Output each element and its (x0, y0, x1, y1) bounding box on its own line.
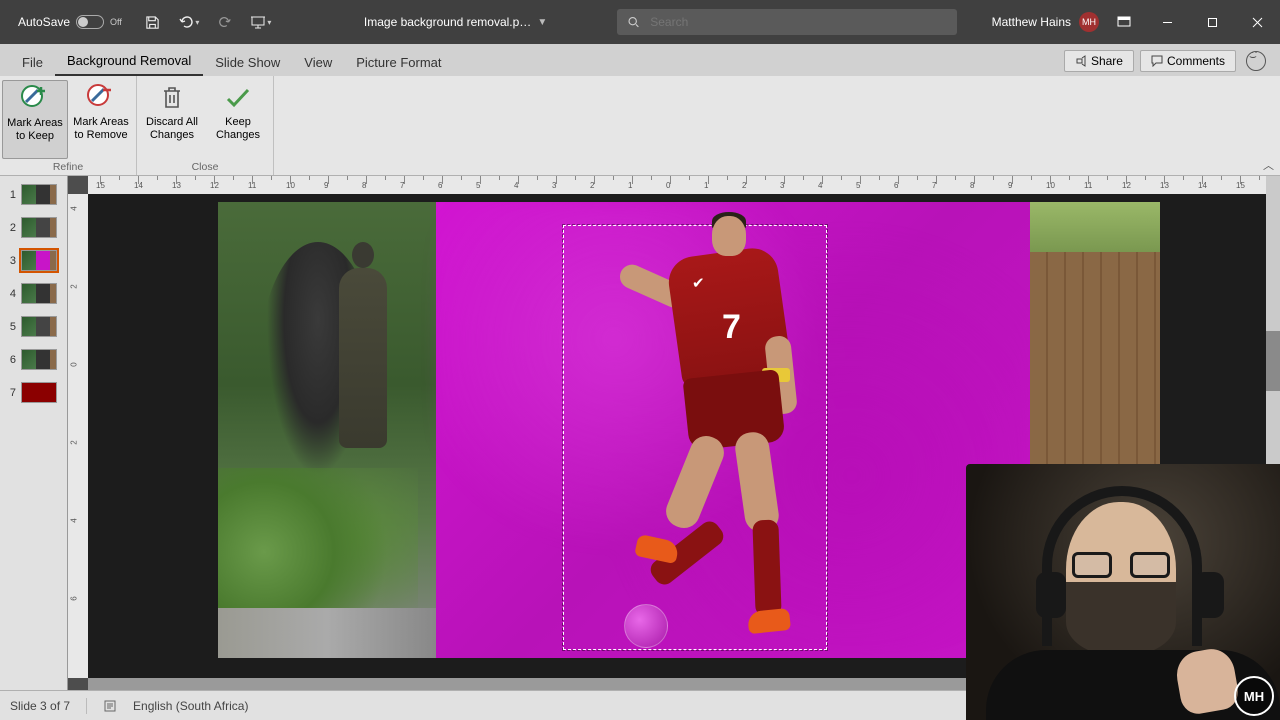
feedback-icon[interactable] (1246, 51, 1266, 71)
collapse-ribbon-icon[interactable]: ︿ (1263, 157, 1274, 173)
autosave-switch-icon[interactable] (76, 15, 104, 29)
thumbnail-3[interactable]: 3 (0, 248, 67, 273)
search-icon (627, 15, 640, 29)
horizontal-ruler: 1514131211109876543210123456789101112131… (88, 176, 1280, 194)
share-icon (1075, 55, 1087, 67)
foliage (218, 468, 418, 608)
thumbnail-7[interactable]: 7 (0, 380, 67, 405)
pencil-minus-icon (85, 82, 117, 114)
save-icon[interactable] (140, 9, 166, 35)
chevron-down-icon[interactable]: ▼ (537, 17, 547, 28)
tab-view[interactable]: View (292, 49, 344, 76)
quick-access-toolbar: ▾ ▾ (132, 9, 274, 35)
redo-button[interactable] (212, 9, 238, 35)
ribbon-group-refine: Mark Areas to Keep Mark Areas to Remove … (0, 76, 137, 175)
slide-counter[interactable]: Slide 3 of 7 (10, 699, 70, 713)
maximize-button[interactable] (1190, 0, 1235, 44)
present-from-beginning-icon[interactable]: ▾ (248, 9, 274, 35)
check-icon (222, 82, 254, 114)
user-name[interactable]: Matthew Hains (992, 15, 1071, 29)
mark-areas-to-remove-button[interactable]: Mark Areas to Remove (68, 80, 134, 159)
autosave-label: AutoSave (18, 15, 70, 29)
window-controls (1145, 0, 1280, 44)
jersey-number: 7 (722, 308, 741, 347)
keep-changes-button[interactable]: Keep Changes (205, 80, 271, 159)
ribbon-group-close: Discard All Changes Keep Changes Close (137, 76, 274, 175)
autosave-toggle[interactable]: AutoSave Off (0, 15, 132, 29)
ribbon: Mark Areas to Keep Mark Areas to Remove … (0, 76, 1280, 176)
group-label-refine: Refine (2, 159, 134, 175)
title-bar: AutoSave Off ▾ ▾ Image background remova… (0, 0, 1280, 44)
soccer-ball (624, 604, 668, 648)
discard-all-changes-button[interactable]: Discard All Changes (139, 80, 205, 159)
close-button[interactable] (1235, 0, 1280, 44)
ribbon-tabs: File Background Removal Slide Show View … (0, 44, 1280, 76)
tab-slide-show[interactable]: Slide Show (203, 49, 292, 76)
user-avatar[interactable]: MH (1079, 12, 1099, 32)
slide-thumbnail-panel[interactable]: 1 2 3 4 5 6 7 (0, 176, 68, 690)
accessibility-icon[interactable] (103, 699, 117, 713)
tab-file[interactable]: File (10, 49, 55, 76)
mark-areas-to-keep-button[interactable]: Mark Areas to Keep (2, 80, 68, 159)
pavement (218, 608, 436, 658)
presenter-webcam-overlay: MH (966, 464, 1280, 720)
presenter-logo: MH (1234, 676, 1274, 716)
background-garden-left (218, 202, 436, 658)
comment-icon (1151, 55, 1163, 67)
thumbnail-6[interactable]: 6 (0, 347, 67, 372)
comments-button[interactable]: Comments (1140, 50, 1236, 72)
pencil-plus-icon (19, 83, 51, 115)
search-input[interactable] (650, 15, 947, 29)
tab-picture-format[interactable]: Picture Format (344, 49, 453, 76)
trash-icon (156, 82, 188, 114)
share-button[interactable]: Share (1064, 50, 1134, 72)
jersey-logo-icon: ✔ (692, 274, 705, 292)
group-label-close: Close (139, 159, 271, 175)
tab-background-removal[interactable]: Background Removal (55, 47, 203, 76)
foreground-player[interactable]: ✔ 7 (582, 216, 828, 658)
vertical-ruler: 420246 (68, 194, 88, 678)
thumbnail-4[interactable]: 4 (0, 281, 67, 306)
document-title[interactable]: Image background removal.p… ▼ (364, 15, 547, 29)
thumbnail-2[interactable]: 2 (0, 215, 67, 240)
account-area: Matthew Hains MH (992, 0, 1145, 44)
thumbnail-1[interactable]: 1 (0, 182, 67, 207)
scrollbar-thumb[interactable] (1266, 331, 1280, 391)
thumbnail-5[interactable]: 5 (0, 314, 67, 339)
autosave-state: Off (110, 17, 122, 27)
ribbon-display-icon[interactable] (1107, 0, 1141, 44)
minimize-button[interactable] (1145, 0, 1190, 44)
language-status[interactable]: English (South Africa) (133, 699, 248, 713)
search-box[interactable] (617, 9, 957, 35)
undo-button[interactable]: ▾ (176, 9, 202, 35)
